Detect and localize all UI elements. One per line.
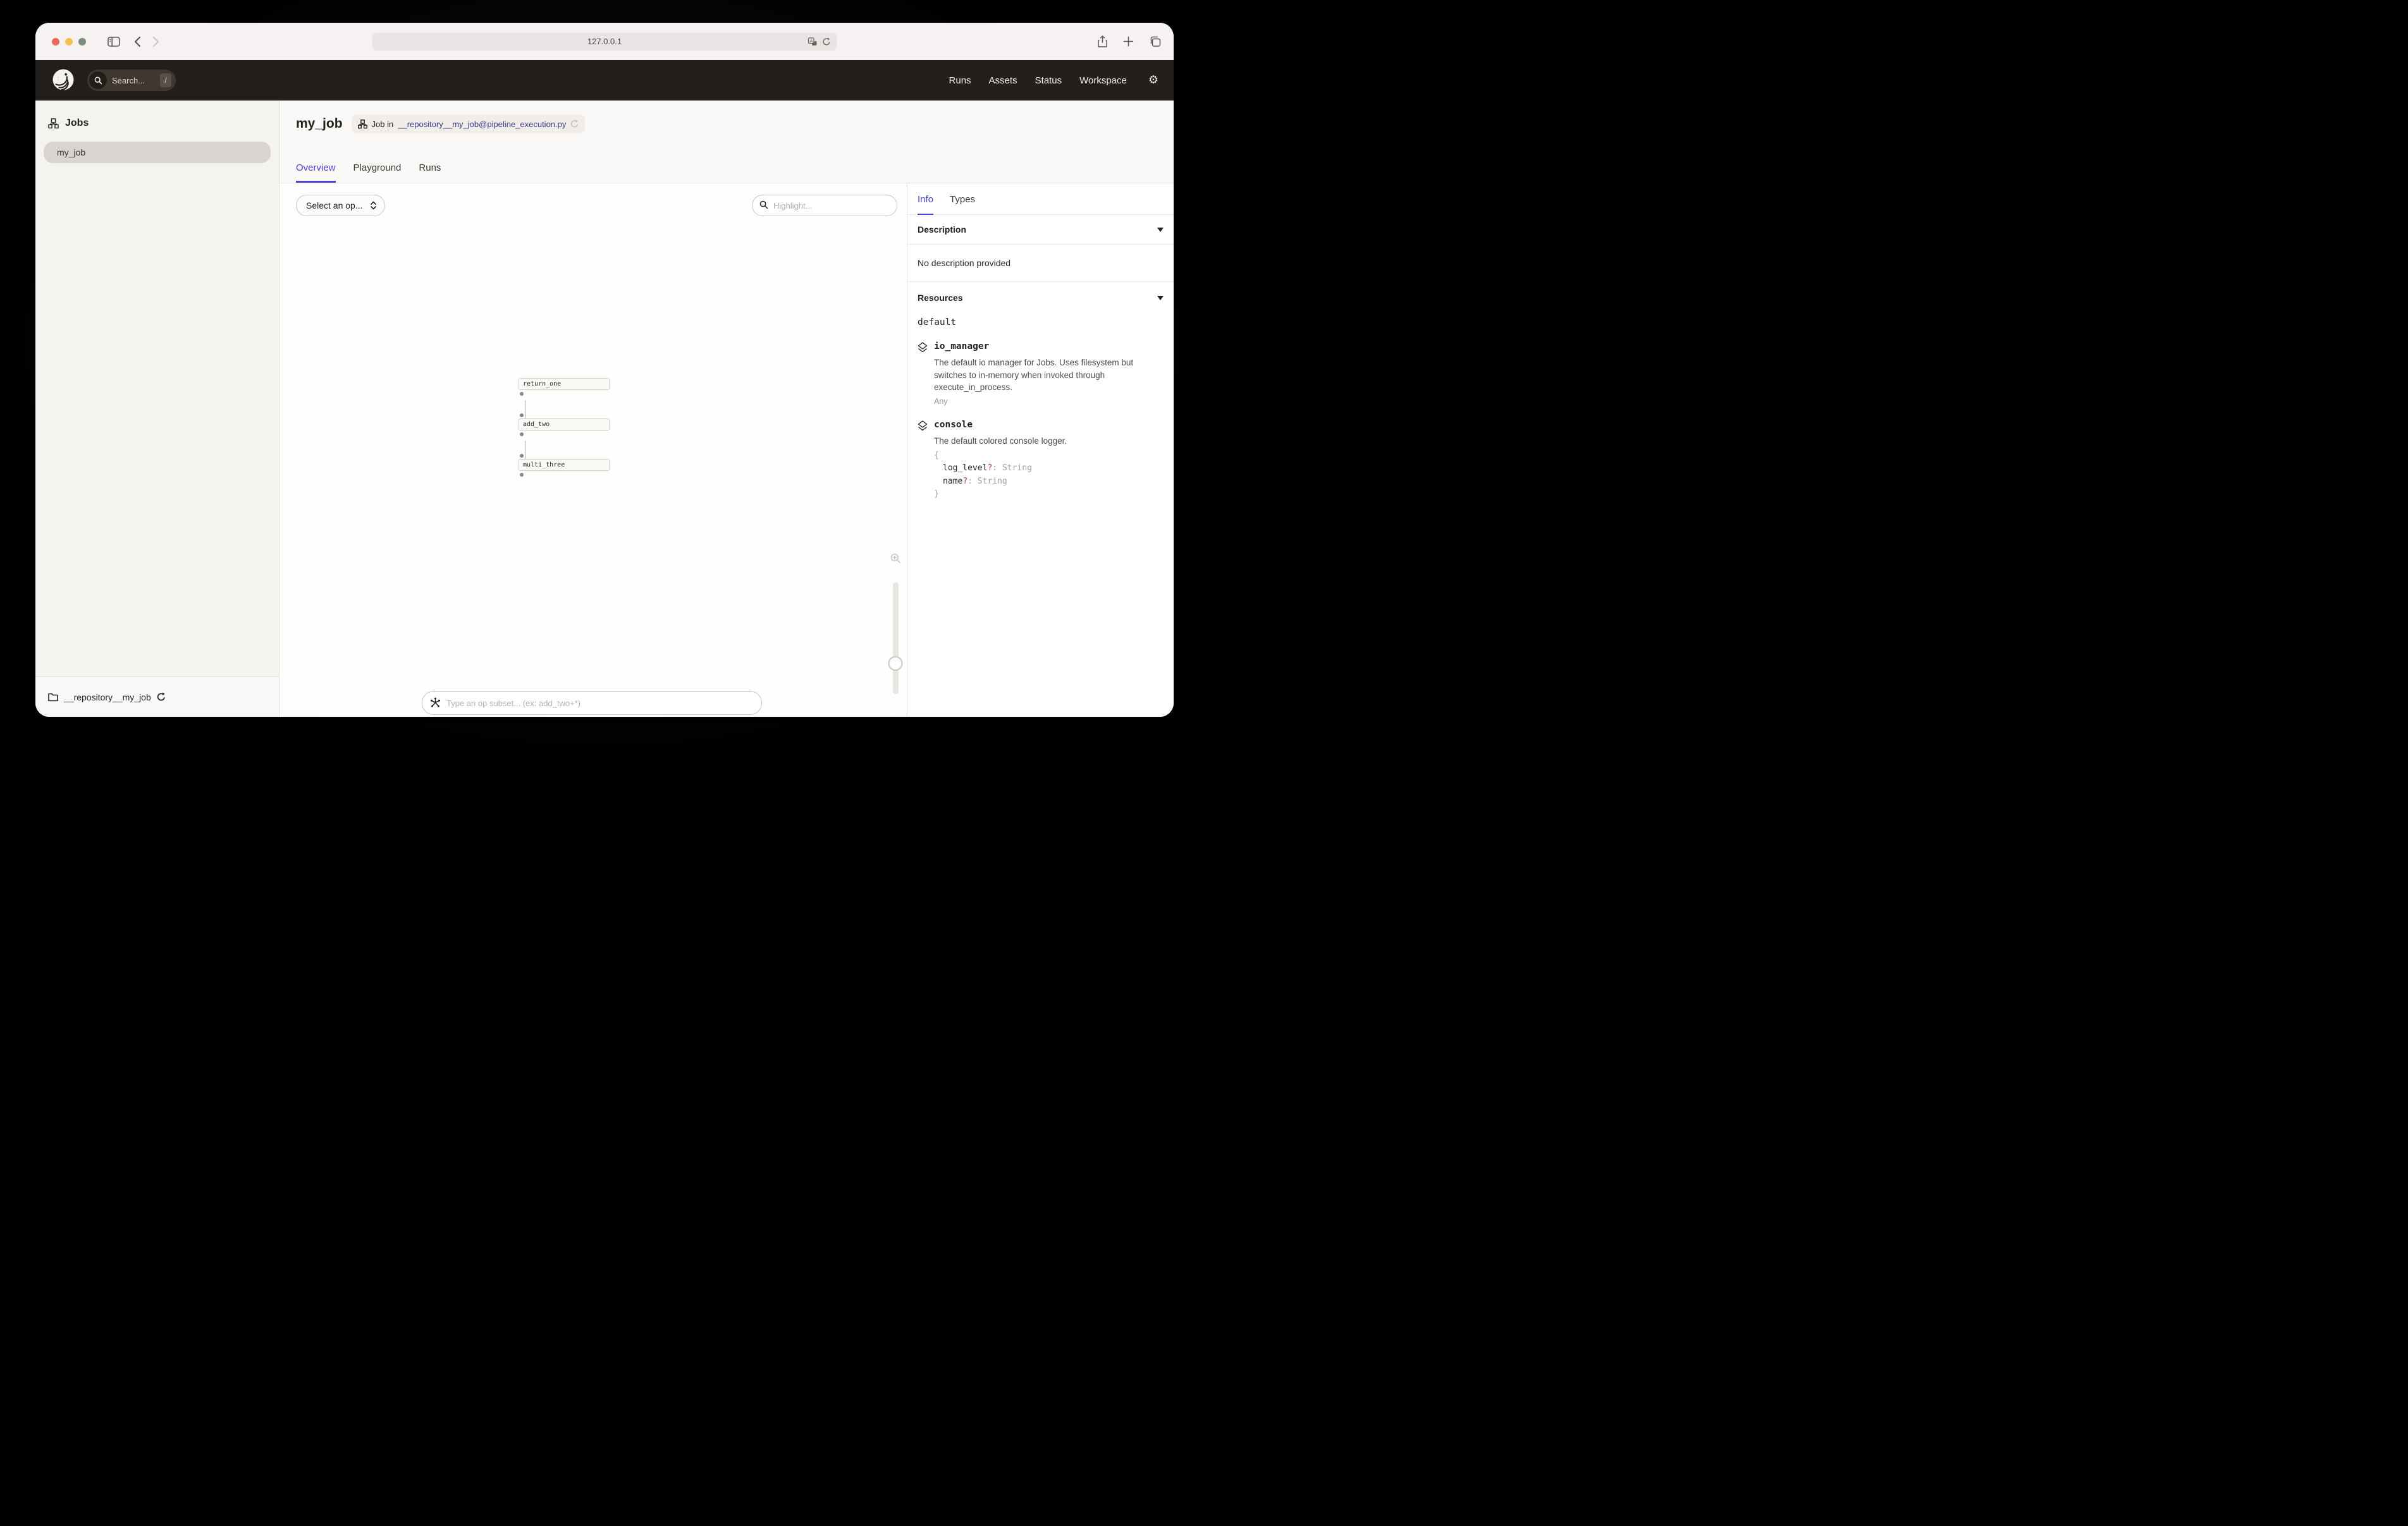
op-select-label: Select an op... xyxy=(306,200,363,211)
tab-overview[interactable]: Overview xyxy=(296,162,336,183)
output-dot xyxy=(520,432,524,436)
breadcrumb-prefix: Job in xyxy=(372,119,394,129)
edge-connector xyxy=(525,400,526,418)
info-panel: Info Types Description No description pr… xyxy=(907,183,1174,717)
tab-types[interactable]: Types xyxy=(950,183,975,215)
resource-name: io_manager xyxy=(934,341,1144,351)
op-graph-pane: Select an op... xyxy=(280,183,907,717)
input-dot xyxy=(520,413,524,417)
graph-zoom-control xyxy=(887,553,904,717)
output-dot xyxy=(520,392,524,396)
resource-type: Any xyxy=(934,397,1144,406)
tab-info[interactable]: Info xyxy=(918,183,933,215)
description-body: No description provided xyxy=(907,245,1174,282)
nav-workspace[interactable]: Workspace xyxy=(1079,75,1127,86)
zoom-slider-track[interactable] xyxy=(893,582,899,694)
translate-icon[interactable]: A xyxy=(808,37,818,46)
search-shortcut-badge: / xyxy=(160,73,171,87)
reload-icon[interactable] xyxy=(823,37,831,46)
op-node-multi-three[interactable]: multi_three xyxy=(519,459,610,471)
sidebar-title: Jobs xyxy=(65,118,89,129)
nav-runs[interactable]: Runs xyxy=(949,75,971,86)
new-tab-icon[interactable] xyxy=(1123,36,1134,47)
nav-assets[interactable]: Assets xyxy=(989,75,1017,86)
op-node-return-one[interactable]: return_one xyxy=(519,378,610,390)
url-bar[interactable]: 127.0.0.1 A xyxy=(372,33,837,51)
jobs-graph-icon xyxy=(48,118,59,129)
jobs-sidebar: Jobs my_job __repository__my_job xyxy=(35,101,280,717)
close-window-button[interactable] xyxy=(52,38,59,46)
page-title: my_job xyxy=(296,116,343,131)
search-placeholder: Search... xyxy=(112,76,145,85)
resource-io-manager: io_manager The default io manager for Jo… xyxy=(907,341,1174,406)
op-select-dropdown[interactable]: Select an op... xyxy=(296,195,385,216)
share-icon[interactable] xyxy=(1097,35,1108,48)
tab-overview-icon[interactable] xyxy=(1149,36,1161,47)
job-graph-icon xyxy=(358,119,367,129)
highlight-search-icon xyxy=(759,200,768,209)
resource-icon xyxy=(918,342,928,406)
forward-button[interactable] xyxy=(152,36,159,47)
svg-text:A: A xyxy=(810,39,813,44)
resource-set-name: default xyxy=(918,317,1164,327)
schema-field: log_level?: String xyxy=(934,462,1067,475)
global-search[interactable]: Search... / xyxy=(87,70,176,91)
repository-name[interactable]: __repository__my_job xyxy=(64,692,151,702)
url-text: 127.0.0.1 xyxy=(587,37,622,46)
resource-description: The default io manager for Jobs. Uses fi… xyxy=(934,357,1144,394)
resources-title: Resources xyxy=(918,293,963,303)
browser-toolbar: 127.0.0.1 A xyxy=(35,23,1174,60)
browser-window: 127.0.0.1 A xyxy=(35,23,1174,717)
app-nav: Runs Assets Status Workspace ⚙ xyxy=(949,75,1158,86)
zoom-in-icon[interactable] xyxy=(890,553,901,564)
op-subset-icon xyxy=(430,697,441,708)
edge-connector xyxy=(525,441,526,459)
output-dot xyxy=(520,473,524,477)
input-dot xyxy=(520,454,524,458)
description-accordion[interactable]: Description xyxy=(907,215,1174,245)
config-schema: { log_level?: String name?: String } xyxy=(934,449,1067,501)
chevron-up-down-icon xyxy=(371,201,376,210)
zoom-out-icon[interactable] xyxy=(890,716,901,717)
caret-down-icon xyxy=(1157,228,1164,232)
op-subset-input[interactable] xyxy=(422,691,762,715)
repository-row: __repository__my_job xyxy=(35,676,279,717)
op-node-add-two[interactable]: add_two xyxy=(519,418,610,430)
nav-status[interactable]: Status xyxy=(1035,75,1062,86)
caret-down-icon xyxy=(1157,296,1164,300)
breadcrumb-refresh-icon[interactable] xyxy=(570,119,579,128)
desktop-background: 127.0.0.1 A xyxy=(0,0,1204,763)
job-tabs: Overview Playground Runs xyxy=(296,162,441,183)
minimize-window-button[interactable] xyxy=(65,38,73,46)
breadcrumb-repo-link[interactable]: __repository__my_job@pipeline_execution.… xyxy=(398,119,566,129)
dagster-logo[interactable] xyxy=(51,68,76,93)
tab-playground[interactable]: Playground xyxy=(353,162,402,183)
highlight-input[interactable] xyxy=(752,195,897,216)
tab-runs[interactable]: Runs xyxy=(419,162,441,183)
resource-name: console xyxy=(934,420,1067,430)
back-button[interactable] xyxy=(134,36,141,47)
app-header: Search... / Runs Assets Status Workspace… xyxy=(35,60,1174,101)
resource-description: The default colored console logger. xyxy=(934,435,1067,448)
schema-open-brace: { xyxy=(934,449,1067,462)
schema-close-brace: } xyxy=(934,488,1067,501)
folder-icon xyxy=(48,693,58,702)
settings-gear-icon[interactable]: ⚙ xyxy=(1148,75,1158,86)
info-panel-tabs: Info Types xyxy=(907,183,1174,215)
repository-reload-icon[interactable] xyxy=(157,692,166,702)
job-breadcrumb: Job in __repository__my_job@pipeline_exe… xyxy=(352,114,586,133)
sidebar-item-my-job[interactable]: my_job xyxy=(44,142,271,163)
schema-field: name?: String xyxy=(934,475,1067,488)
zoom-window-button[interactable] xyxy=(78,38,86,46)
resources-accordion[interactable]: Resources xyxy=(907,282,1174,310)
sidebar-toggle-icon[interactable] xyxy=(108,37,120,47)
zoom-slider-thumb[interactable] xyxy=(888,656,903,671)
resource-icon xyxy=(918,420,928,501)
job-header: my_job Job in __repository__my_job@pipel… xyxy=(280,101,1174,183)
search-icon xyxy=(89,71,107,89)
traffic-lights xyxy=(52,38,86,46)
resource-console: console The default colored console logg… xyxy=(907,420,1174,501)
description-title: Description xyxy=(918,224,966,235)
